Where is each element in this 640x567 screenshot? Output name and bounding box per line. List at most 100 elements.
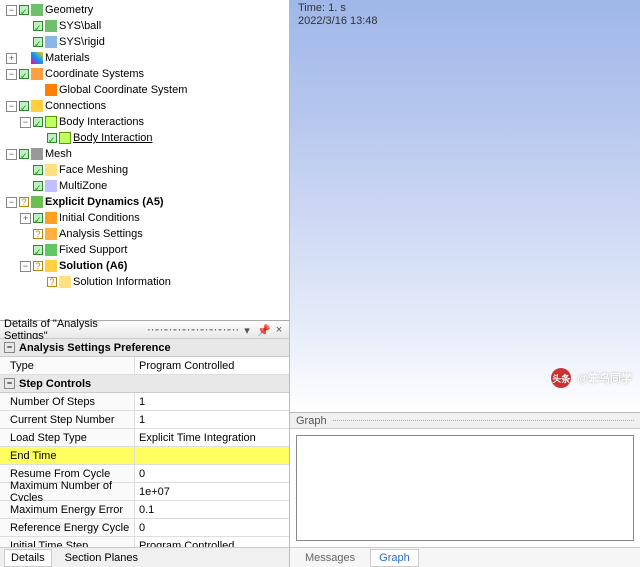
watermark: 头条 @笨鸟同学: [551, 368, 632, 388]
tree-item-materials[interactable]: +Materials: [4, 50, 289, 66]
mesh-icon: [31, 148, 43, 160]
tab-details[interactable]: Details: [4, 549, 52, 567]
tree-item-sys-rigid[interactable]: SYS\rigid: [18, 34, 289, 50]
right-bottom-tabs: Messages Graph: [290, 547, 640, 567]
outline-tree[interactable]: −Geometry SYS\ball SYS\rigid +Materials …: [0, 0, 289, 320]
check-icon: [33, 165, 43, 175]
details-row[interactable]: Reference Energy Cycle0: [0, 519, 289, 537]
tree-item-solution[interactable]: −Solution (A6): [18, 258, 289, 274]
details-panel: Details of "Analysis Settings" ⋯⋯⋯⋯⋯⋯⋯⋯⋯…: [0, 320, 289, 547]
coord-systems-icon: [31, 68, 43, 80]
check-icon: [33, 21, 43, 31]
details-title-bar[interactable]: Details of "Analysis Settings" ⋯⋯⋯⋯⋯⋯⋯⋯⋯…: [0, 321, 289, 339]
details-value[interactable]: 0.1: [135, 501, 289, 518]
check-icon: [33, 245, 43, 255]
fixed-support-icon: [45, 244, 57, 256]
tree-item-fixed-support[interactable]: Fixed Support: [18, 242, 289, 258]
pin-icon[interactable]: 📌: [257, 324, 269, 336]
global-cs-icon: [45, 84, 57, 96]
body-interaction-icon: [59, 132, 71, 144]
check-icon: [33, 213, 43, 223]
tree-item-connections[interactable]: −Connections: [4, 98, 289, 114]
question-icon: [19, 197, 29, 207]
details-row[interactable]: Maximum Energy Error0.1: [0, 501, 289, 519]
details-value[interactable]: Program Controlled: [135, 357, 289, 374]
tree-item-face-meshing[interactable]: Face Meshing: [18, 162, 289, 178]
explicit-dynamics-icon: [31, 196, 43, 208]
details-row[interactable]: Current Step Number1: [0, 411, 289, 429]
details-label: End Time: [0, 447, 135, 464]
details-label: Maximum Energy Error: [0, 501, 135, 518]
body-interactions-icon: [45, 116, 57, 128]
tree-item-geometry[interactable]: −Geometry: [4, 2, 289, 18]
check-icon: [33, 117, 43, 127]
viewport[interactable]: Time: 1. s 2022/3/16 13:48 头条 @笨鸟同学: [290, 0, 640, 412]
details-label: Number Of Steps: [0, 393, 135, 410]
details-value[interactable]: 1: [135, 411, 289, 428]
close-icon[interactable]: ×: [273, 324, 285, 336]
graph-panel: Graph Messages Graph: [290, 412, 640, 567]
tree-item-explicit-dynamics[interactable]: −Explicit Dynamics (A5): [4, 194, 289, 210]
question-icon: [33, 261, 43, 271]
details-value[interactable]: 1: [135, 393, 289, 410]
analysis-settings-icon: [45, 228, 57, 240]
details-label: Reference Energy Cycle: [0, 519, 135, 536]
check-icon: [19, 101, 29, 111]
face-meshing-icon: [45, 164, 57, 176]
details-value[interactable]: 0: [135, 465, 289, 482]
solution-icon: [45, 260, 57, 272]
check-icon: [47, 133, 57, 143]
details-section[interactable]: −Step Controls: [0, 375, 289, 393]
tree-item-mesh[interactable]: −Mesh: [4, 146, 289, 162]
details-value[interactable]: 1e+07: [135, 483, 289, 500]
tree-item-sys-ball[interactable]: SYS\ball: [18, 18, 289, 34]
check-icon: [33, 37, 43, 47]
tree-item-body-interactions[interactable]: −Body Interactions: [18, 114, 289, 130]
question-icon: [47, 277, 57, 287]
tab-section-planes[interactable]: Section Planes: [58, 549, 145, 567]
multizone-icon: [45, 180, 57, 192]
details-row[interactable]: Maximum Number of Cycles1e+07: [0, 483, 289, 501]
details-label: Load Step Type: [0, 429, 135, 446]
details-row[interactable]: Initial Time StepProgram Controlled: [0, 537, 289, 547]
dropdown-icon[interactable]: ▾: [241, 324, 253, 336]
left-bottom-tabs: Details Section Planes: [0, 547, 289, 567]
details-grid[interactable]: −Analysis Settings PreferenceTypeProgram…: [0, 339, 289, 547]
tree-item-analysis-settings[interactable]: Analysis Settings: [18, 226, 289, 242]
tree-item-solution-info[interactable]: Solution Information: [32, 274, 289, 290]
details-row[interactable]: Load Step TypeExplicit Time Integration: [0, 429, 289, 447]
materials-icon: [31, 52, 43, 64]
details-value[interactable]: 0: [135, 519, 289, 536]
check-icon: [33, 181, 43, 191]
tree-item-initial-conditions[interactable]: +Initial Conditions: [18, 210, 289, 226]
details-section[interactable]: −Analysis Settings Preference: [0, 339, 289, 357]
tree-item-coord-systems[interactable]: −Coordinate Systems: [4, 66, 289, 82]
tab-graph[interactable]: Graph: [370, 549, 419, 567]
details-row[interactable]: End Time: [0, 447, 289, 465]
details-label: Initial Time Step: [0, 537, 135, 547]
body-icon: [45, 20, 57, 32]
watermark-badge-icon: 头条: [551, 368, 571, 388]
body-icon: [45, 36, 57, 48]
check-icon: [19, 149, 29, 159]
details-row[interactable]: Number Of Steps1: [0, 393, 289, 411]
initial-conditions-icon: [45, 212, 57, 224]
graph-title-bar[interactable]: Graph: [290, 413, 640, 429]
connections-icon: [31, 100, 43, 112]
details-value[interactable]: [135, 447, 289, 464]
details-label: Current Step Number: [0, 411, 135, 428]
check-icon: [19, 69, 29, 79]
details-label: Type: [0, 357, 135, 374]
details-title-text: Details of "Analysis Settings": [4, 318, 143, 342]
details-row[interactable]: TypeProgram Controlled: [0, 357, 289, 375]
graph-plot[interactable]: [296, 435, 634, 541]
viewport-info: Time: 1. s 2022/3/16 13:48: [298, 2, 378, 28]
question-icon: [33, 229, 43, 239]
details-value[interactable]: Program Controlled: [135, 537, 289, 547]
details-value[interactable]: Explicit Time Integration: [135, 429, 289, 446]
tree-item-body-interaction[interactable]: Body Interaction: [32, 130, 289, 146]
tab-messages[interactable]: Messages: [296, 549, 364, 567]
details-label: Maximum Number of Cycles: [0, 483, 135, 500]
tree-item-multizone[interactable]: MultiZone: [18, 178, 289, 194]
tree-item-global-cs[interactable]: Global Coordinate System: [18, 82, 289, 98]
